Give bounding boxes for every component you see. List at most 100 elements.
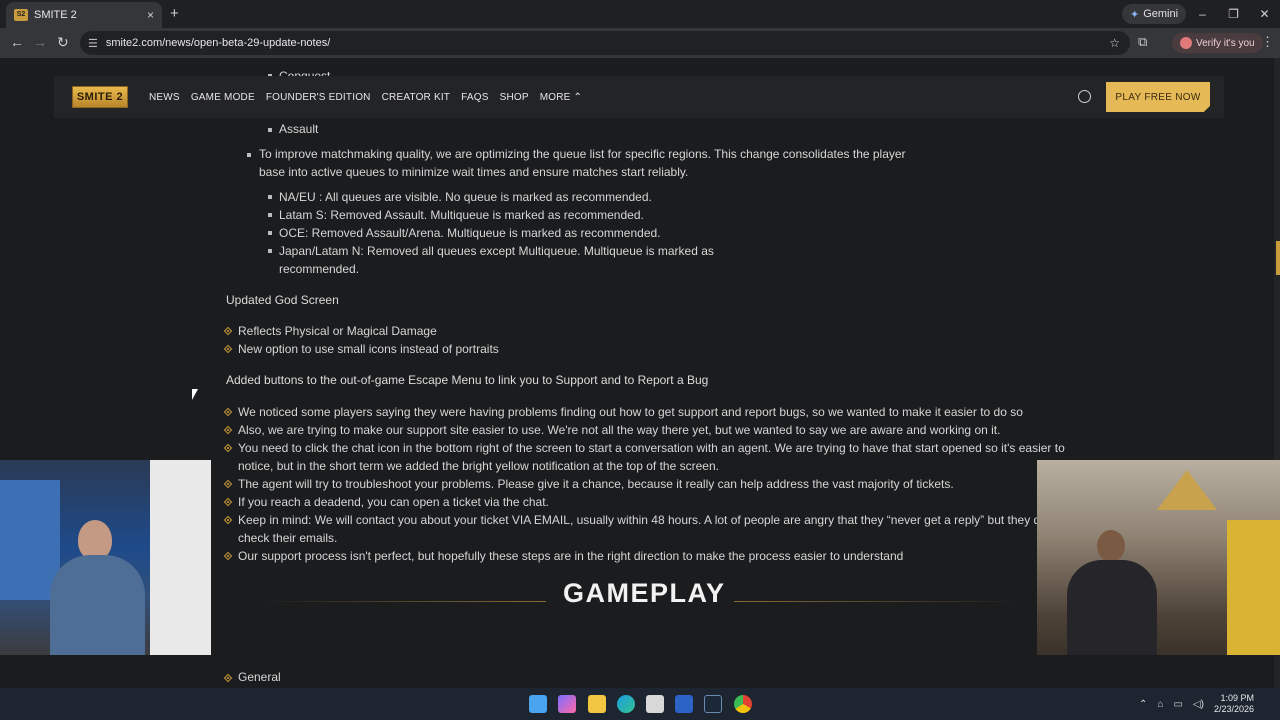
support-item: We noticed some players saying they were… [238, 405, 1023, 419]
diamond-bullet-icon [223, 497, 233, 507]
network-icon[interactable]: ⌂ [1157, 699, 1163, 710]
smite-favicon-icon: S2 [14, 9, 28, 21]
diamond-bullet-icon [223, 479, 233, 489]
region-item: Latam S: Removed Assault. Multiqueue is … [279, 208, 644, 222]
site-nav-links: NEWS GAME MODE FOUNDER'S EDITION CREATOR… [149, 92, 582, 103]
gameplay-section-title: GAMEPLAY [563, 578, 726, 608]
list-bullet [247, 153, 251, 157]
diamond-bullet-icon [223, 344, 233, 354]
tab-close-icon[interactable]: × [147, 8, 154, 22]
support-item: Our support process isn't perfect, but h… [238, 549, 904, 563]
region-item: NA/EU : All queues are visible. No queue… [279, 190, 652, 204]
window-controls: – ❐ ✕ [1187, 0, 1280, 28]
god-screen-item: New option to use small icons instead of… [238, 342, 499, 356]
list-bullet [268, 231, 272, 235]
clock-date: 2/23/2026 [1213, 704, 1254, 714]
system-tray: ⌃ ⌂ ▭ ◁) 1:09 PM 2/23/2026 [1139, 688, 1280, 720]
mouse-cursor [192, 389, 201, 400]
list-bullet [268, 249, 272, 253]
address-bar[interactable]: ☰ smite2.com/news/open-beta-29-update-no… [80, 31, 1130, 55]
verify-label: Verify it's you [1196, 37, 1255, 49]
play-free-now-button[interactable]: PLAY FREE NOW [1106, 82, 1210, 112]
copilot-icon[interactable] [558, 695, 576, 713]
general-item: General [238, 670, 281, 684]
reload-icon[interactable]: ↻ [57, 34, 69, 51]
steam-icon[interactable] [704, 695, 722, 713]
god-screen-item: Reflects Physical or Magical Damage [238, 324, 437, 338]
support-item: If you reach a deadend, you can open a t… [238, 495, 549, 509]
webcam-door [150, 460, 211, 655]
webcam-overlay-left [0, 460, 211, 655]
browser-tab[interactable]: S2 SMITE 2 × [6, 2, 162, 28]
region-item-continued: recommended. [279, 262, 360, 276]
diamond-bullet-icon [223, 673, 233, 683]
file-explorer-icon[interactable] [588, 695, 606, 713]
bookmark-star-icon[interactable]: ☆ [1109, 36, 1120, 50]
url-text: smite2.com/news/open-beta-29-update-note… [105, 37, 331, 49]
webcam-person-head [78, 520, 112, 560]
webcam-straw-hat [1157, 470, 1217, 510]
nav-link-shop[interactable]: SHOP [500, 92, 529, 103]
list-bullet [268, 213, 272, 217]
taskbar-clock[interactable]: 1:09 PM 2/23/2026 [1214, 693, 1254, 715]
matchmaking-text-line-1: To improve matchmaking quality, we are o… [259, 147, 906, 161]
close-window-button[interactable]: ✕ [1249, 0, 1280, 28]
scrollbar-thumb[interactable] [1276, 241, 1280, 275]
start-windows-icon[interactable] [529, 695, 547, 713]
webcam-chair [1227, 520, 1280, 655]
chrome-icon[interactable] [734, 695, 752, 713]
profile-avatar-icon [1180, 37, 1192, 49]
language-globe-icon[interactable] [1078, 90, 1091, 103]
nav-link-founders-edition[interactable]: FOUNDER'S EDITION [266, 92, 371, 103]
tray-chevron-icon[interactable]: ⌃ [1139, 699, 1147, 710]
diamond-bullet-icon [223, 551, 233, 561]
verify-profile-button[interactable]: Verify it's you [1172, 33, 1263, 53]
volume-icon[interactable]: ◁) [1193, 699, 1204, 710]
support-item-continued: check their emails. [238, 531, 338, 545]
tab-title: SMITE 2 [34, 9, 77, 21]
clock-time: 1:09 PM [1220, 693, 1254, 703]
matchmaking-text-line-2: base into active queues to minimize wait… [259, 165, 689, 179]
support-item: You need to click the chat icon in the b… [238, 441, 1065, 455]
outlook-icon[interactable] [675, 695, 693, 713]
nav-link-game-mode[interactable]: GAME MODE [191, 92, 255, 103]
nav-link-more[interactable]: MORE ⌃ [540, 92, 582, 103]
display-icon[interactable]: ▭ [1173, 699, 1182, 710]
smite2-logo[interactable]: SMITE 2 [72, 86, 128, 108]
nav-link-news[interactable]: NEWS [149, 92, 180, 103]
menu-kebab-icon[interactable]: ⋮ [1261, 34, 1274, 50]
browser-toolbar: ← → ↻ ☰ smite2.com/news/open-beta-29-upd… [0, 28, 1280, 58]
webcam-person-body [50, 555, 145, 655]
install-app-icon[interactable]: ⧉ [1138, 34, 1147, 50]
gemini-sparkle-icon: ✦ [1130, 8, 1140, 21]
restore-button[interactable]: ❐ [1218, 0, 1249, 28]
region-item: OCE: Removed Assault/Arena. Multiqueue i… [279, 226, 661, 240]
new-tab-button[interactable]: + [170, 5, 179, 22]
edge-browser-icon[interactable] [617, 695, 635, 713]
nav-link-faqs[interactable]: FAQS [461, 92, 488, 103]
support-item: Also, we are trying to make our support … [238, 423, 1001, 437]
gameplay-divider-left [262, 601, 546, 602]
support-item: Keep in mind: We will contact you about … [238, 513, 1038, 527]
gameplay-divider-right [734, 601, 1024, 602]
region-item: Japan/Latam N: Removed all queues except… [279, 244, 714, 258]
screen: S2 SMITE 2 × + ✦ Gemini – ❐ ✕ ← → ↻ ☰ sm… [0, 0, 1280, 720]
forward-arrow-icon[interactable]: → [33, 34, 47, 50]
support-item-continued: notice, but in the short term we added t… [238, 459, 719, 473]
nav-link-creator-kit[interactable]: CREATOR KIT [382, 92, 451, 103]
diamond-bullet-icon [223, 425, 233, 435]
diamond-bullet-icon [223, 443, 233, 453]
webcam-person-head [1097, 530, 1125, 562]
gemini-button[interactable]: ✦ Gemini [1122, 4, 1187, 24]
support-item: The agent will try to troubleshoot your … [238, 477, 954, 491]
list-bullet [268, 195, 272, 199]
store-icon[interactable] [646, 695, 664, 713]
escape-menu-heading: Added buttons to the out-of-game Escape … [226, 373, 709, 387]
back-arrow-icon[interactable]: ← [10, 34, 24, 50]
god-screen-heading: Updated God Screen [226, 293, 339, 307]
webcam-overlay-right [1037, 460, 1280, 655]
windows-taskbar: ⌃ ⌂ ▭ ◁) 1:09 PM 2/23/2026 [0, 688, 1280, 720]
webcam-person-body [1067, 560, 1157, 655]
site-info-icon[interactable]: ☰ [88, 37, 98, 50]
minimize-button[interactable]: – [1187, 0, 1218, 28]
